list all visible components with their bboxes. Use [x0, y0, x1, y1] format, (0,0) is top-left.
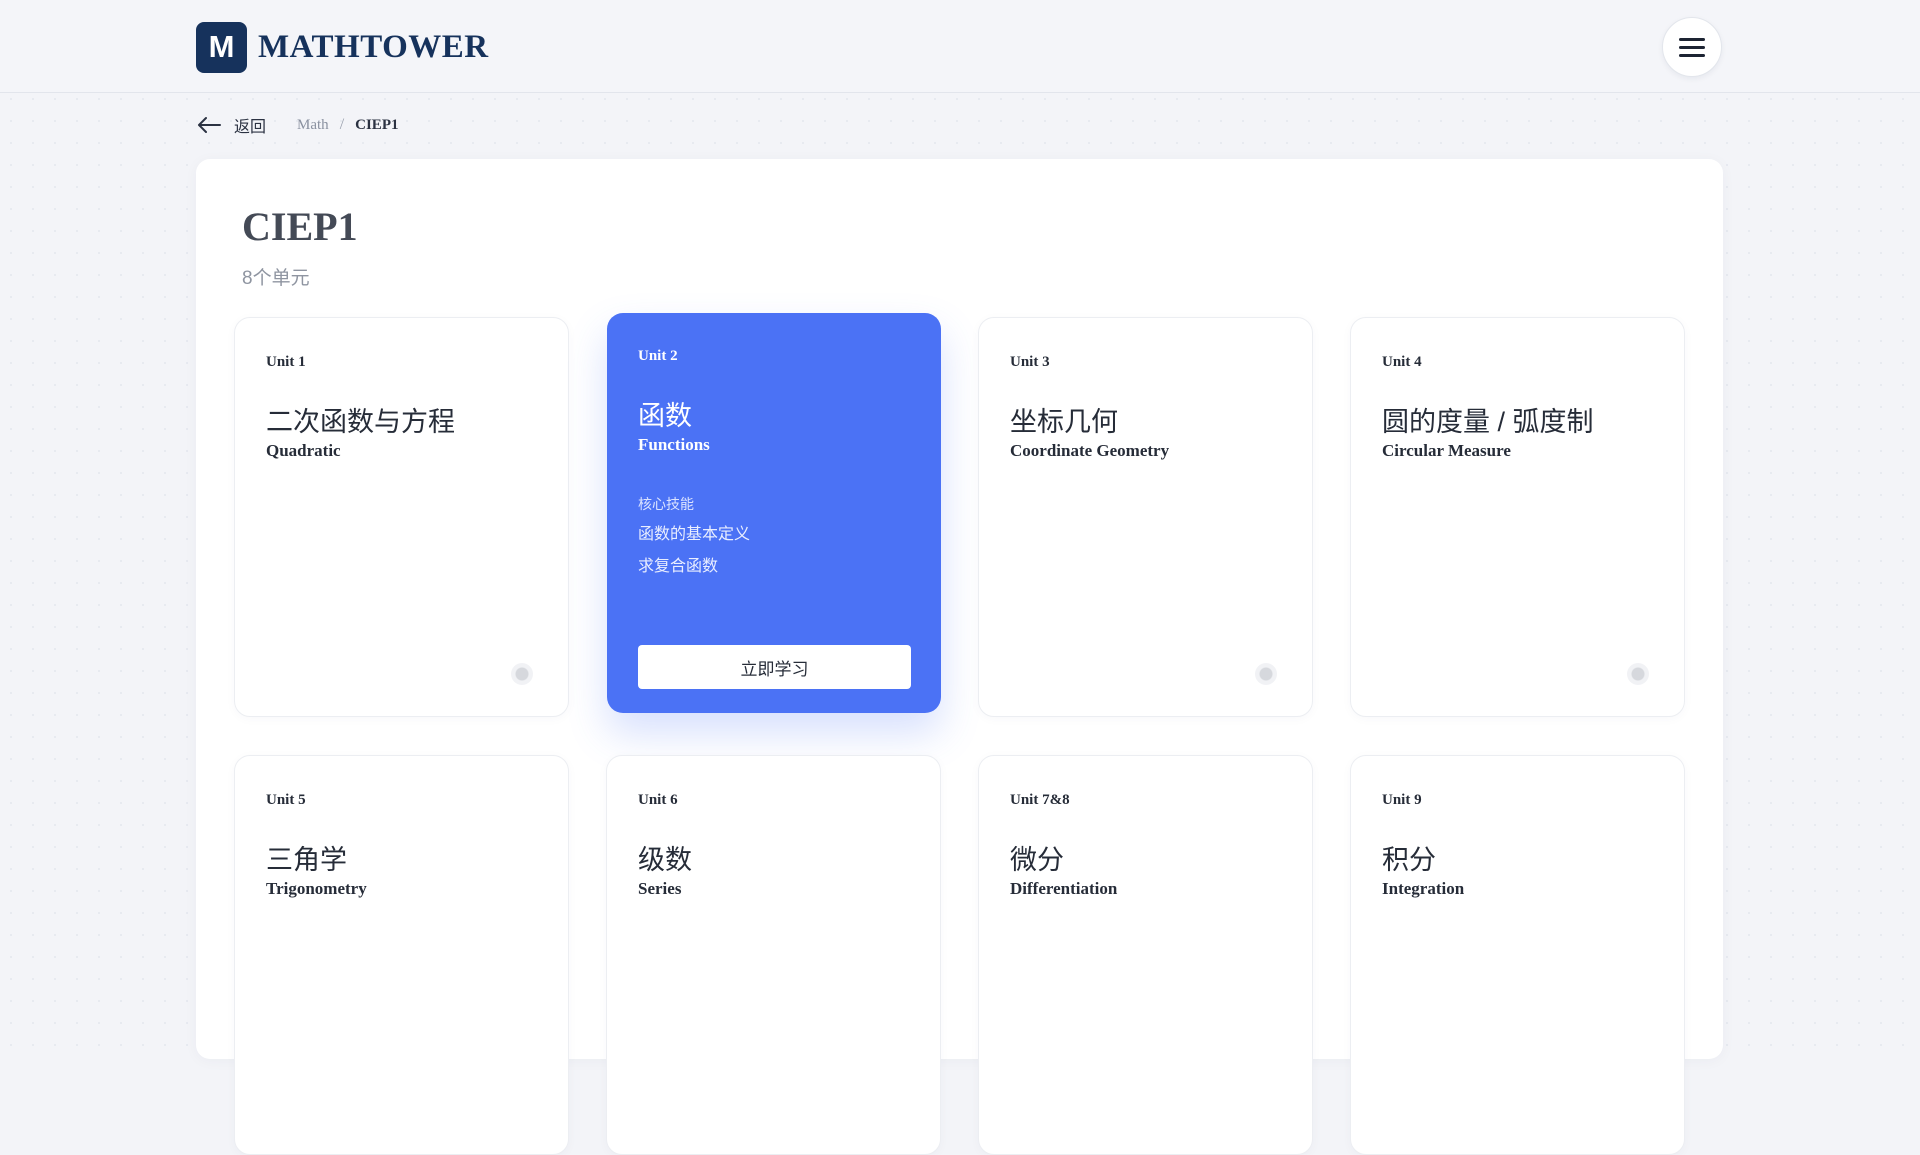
brand-logo[interactable]: M MATHTOWER: [196, 21, 489, 73]
unit-title-en: Trigonometry: [266, 879, 367, 898]
unit-card-5[interactable]: Unit 5 三角学 Trigonometry: [234, 755, 569, 1155]
unit-title-zh: 三角学: [266, 845, 347, 875]
unit-title-en: Quadratic: [266, 441, 341, 460]
course-panel: CIEP1 8个单元 Unit 1 二次函数与方程 Quadratic Unit…: [196, 159, 1723, 1155]
unit-card-7[interactable]: Unit 7&8 微分 Differentiation: [978, 755, 1313, 1155]
unit-card-4[interactable]: Unit 4 圆的度量 / 弧度制 Circular Measure: [1350, 317, 1685, 717]
skill-item: 求复合函数: [638, 558, 719, 575]
unit-number: Unit 6: [638, 792, 678, 808]
breadcrumb-current: CIEP1: [355, 116, 399, 133]
unit-title-zh: 函数: [638, 401, 692, 431]
start-learning-button[interactable]: 立即学习: [638, 645, 911, 689]
unit-title-zh: 坐标几何: [1010, 407, 1118, 437]
unit-title-zh: 微分: [1010, 845, 1064, 875]
skills-heading: 核心技能: [638, 496, 694, 512]
unit-title-en: Circular Measure: [1382, 441, 1511, 460]
logo-mark-icon: M: [196, 21, 247, 73]
back-button[interactable]: 返回: [196, 113, 266, 137]
unit-number: Unit 2: [638, 348, 678, 364]
unit-card-6[interactable]: Unit 6 级数 Series: [606, 755, 941, 1155]
status-dot-icon: [511, 663, 533, 685]
unit-title-zh: 积分: [1382, 845, 1436, 875]
unit-number: Unit 9: [1382, 792, 1422, 808]
status-dot-icon: [1627, 663, 1649, 685]
back-label: 返回: [234, 119, 267, 136]
unit-card-8[interactable]: Unit 9 积分 Integration: [1350, 755, 1685, 1155]
unit-number: Unit 1: [266, 354, 306, 370]
unit-number: Unit 7&8: [1010, 792, 1070, 808]
unit-title-zh: 二次函数与方程: [266, 407, 455, 437]
unit-title-zh: 级数: [638, 845, 692, 875]
breadcrumb-math[interactable]: Math: [297, 117, 329, 134]
unit-title-en: Differentiation: [1010, 879, 1118, 898]
unit-title-en: Series: [638, 879, 682, 898]
logo-text: MATHTOWER: [258, 28, 489, 65]
unit-title-en: Coordinate Geometry: [1010, 441, 1170, 460]
menu-button[interactable]: [1662, 17, 1722, 77]
top-header: M MATHTOWER: [0, 0, 1920, 93]
unit-title-en: Functions: [638, 435, 710, 454]
breadcrumb: 返回 Math / CIEP1: [196, 112, 398, 138]
skill-item: 函数的基本定义: [638, 526, 751, 543]
unit-number: Unit 5: [266, 792, 306, 808]
unit-card-1[interactable]: Unit 1 二次函数与方程 Quadratic: [234, 317, 569, 717]
unit-title-en: Integration: [1382, 879, 1465, 898]
unit-count: 8个单元: [242, 268, 310, 289]
arrow-left-icon: [198, 117, 221, 133]
unit-title-zh: 圆的度量 / 弧度制: [1382, 407, 1594, 437]
breadcrumb-separator: /: [339, 116, 345, 133]
unit-number: Unit 4: [1382, 354, 1422, 370]
unit-card-2[interactable]: Unit 2 函数 Functions 核心技能 函数的基本定义 求复合函数 立…: [607, 313, 941, 713]
unit-number: Unit 3: [1010, 354, 1050, 370]
hamburger-icon: [1679, 33, 1705, 62]
unit-card-3[interactable]: Unit 3 坐标几何 Coordinate Geometry: [978, 317, 1313, 717]
page-title: CIEP1: [242, 204, 358, 249]
status-dot-icon: [1255, 663, 1277, 685]
